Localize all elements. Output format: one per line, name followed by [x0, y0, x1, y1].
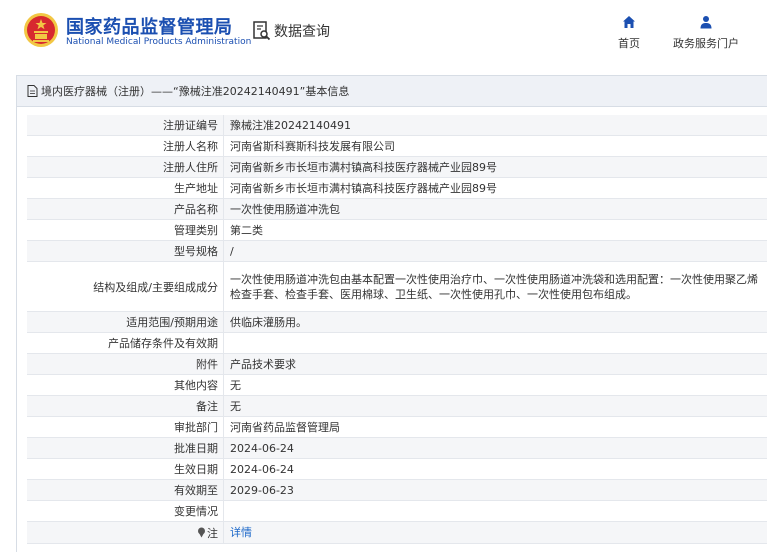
- row-value: 2024-06-24: [230, 462, 294, 476]
- table-row: 备注 无: [27, 396, 767, 417]
- row-value: 一次性使用肠道冲洗包由基本配置一次性使用治疗巾、一次性使用肠道冲洗袋和选用配置：…: [230, 272, 758, 301]
- row-value: 豫械注准20242140491: [230, 118, 351, 132]
- details-link[interactable]: 详情: [230, 525, 252, 540]
- row-value: 一次性使用肠道冲洗包: [230, 202, 340, 216]
- user-icon: [700, 16, 712, 29]
- table-row: 产品名称 一次性使用肠道冲洗包: [27, 199, 767, 220]
- table-row: 注册证编号 豫械注准20242140491: [27, 115, 767, 136]
- row-label: 适用范围/预期用途: [27, 312, 224, 332]
- row-value: 第二类: [230, 223, 263, 237]
- row-value: 2024-06-24: [230, 441, 294, 455]
- row-label: 产品名称: [27, 199, 224, 219]
- site-header: 国家药品监督管理局 National Medical Products Admi…: [0, 0, 767, 66]
- row-label: 其他内容: [27, 375, 224, 395]
- nav-gov-services-label: 政务服务门户: [673, 37, 739, 50]
- row-label: 附件: [27, 354, 224, 374]
- pin-icon: [198, 527, 205, 538]
- row-label: 审批部门: [27, 417, 224, 437]
- row-label: 产品储存条件及有效期: [27, 333, 224, 353]
- row-value: [224, 333, 767, 353]
- table-row: 结构及组成/主要组成成分 一次性使用肠道冲洗包由基本配置一次性使用治疗巾、一次性…: [27, 262, 767, 312]
- table-row: 有效期至 2029-06-23: [27, 480, 767, 501]
- table-row: 变更情况: [27, 501, 767, 522]
- row-value: 产品技术要求: [230, 357, 296, 371]
- info-table: 注册证编号 豫械注准20242140491 注册人名称 河南省斯科赛斯科技发展有…: [27, 115, 767, 544]
- table-row: 注册人名称 河南省斯科赛斯科技发展有限公司: [27, 136, 767, 157]
- row-label: 注册人住所: [27, 157, 224, 177]
- table-row: 生产地址 河南省新乡市长垣市满村镇高科技医疗器械产业园89号: [27, 178, 767, 199]
- table-row: 生效日期 2024-06-24: [27, 459, 767, 480]
- row-value: 河南省新乡市长垣市满村镇高科技医疗器械产业园89号: [230, 181, 497, 195]
- row-value: 详情: [224, 522, 767, 543]
- row-value: 河南省药品监督管理局: [230, 420, 340, 434]
- table-row: 注 详情: [27, 522, 767, 544]
- row-value: /: [230, 244, 234, 258]
- table-row: 批准日期 2024-06-24: [27, 438, 767, 459]
- table-row: 管理类别 第二类: [27, 220, 767, 241]
- panel-title-bar: 境内医疗器械（注册）——“豫械注准20242140491”基本信息: [17, 76, 767, 107]
- table-row: 产品储存条件及有效期: [27, 333, 767, 354]
- row-value: 供临床灌肠用。: [230, 315, 307, 329]
- row-value: [224, 501, 767, 521]
- row-label: 变更情况: [27, 501, 224, 521]
- document-icon: [27, 85, 38, 97]
- row-value: 无: [230, 378, 241, 392]
- nav-home[interactable]: 首页: [612, 15, 646, 51]
- table-row: 型号规格 /: [27, 241, 767, 262]
- agency-name-english: National Medical Products Administration: [66, 37, 252, 47]
- row-label: 型号规格: [27, 241, 224, 261]
- table-row: 注册人住所 河南省新乡市长垣市满村镇高科技医疗器械产业园89号: [27, 157, 767, 178]
- row-label: 管理类别: [27, 220, 224, 240]
- row-label: 结构及组成/主要组成成分: [27, 262, 224, 311]
- agency-name: 国家药品监督管理局: [66, 17, 233, 38]
- data-query-title: 数据查询: [253, 21, 330, 41]
- row-label: 注册证编号: [27, 115, 224, 135]
- table-row: 审批部门 河南省药品监督管理局: [27, 417, 767, 438]
- data-query-label: 数据查询: [274, 24, 330, 40]
- table-row: 适用范围/预期用途 供临床灌肠用。: [27, 312, 767, 333]
- row-value: 2029-06-23: [230, 483, 294, 497]
- nav-home-label: 首页: [618, 37, 640, 50]
- device-info-panel: 境内医疗器械（注册）——“豫械注准20242140491”基本信息 注册证编号 …: [16, 75, 767, 552]
- table-row: 附件 产品技术要求: [27, 354, 767, 375]
- row-label: 生产地址: [27, 178, 224, 198]
- row-label: 生效日期: [27, 459, 224, 479]
- home-icon: [623, 16, 635, 28]
- data-query-icon: [253, 21, 271, 41]
- table-row: 其他内容 无: [27, 375, 767, 396]
- nav-gov-services[interactable]: 政务服务门户: [664, 15, 748, 51]
- row-value: 无: [230, 399, 241, 413]
- note-label: 注: [207, 526, 218, 540]
- row-value: 河南省斯科赛斯科技发展有限公司: [230, 139, 395, 153]
- row-label: 备注: [27, 396, 224, 416]
- row-label: 批准日期: [27, 438, 224, 458]
- row-label: 注: [27, 522, 224, 543]
- row-value: 河南省新乡市长垣市满村镇高科技医疗器械产业园89号: [230, 160, 497, 174]
- row-label: 注册人名称: [27, 136, 224, 156]
- emblem-icon: [24, 13, 58, 47]
- panel-title: 境内医疗器械（注册）——“豫械注准20242140491”基本信息: [41, 85, 350, 98]
- row-label: 有效期至: [27, 480, 224, 500]
